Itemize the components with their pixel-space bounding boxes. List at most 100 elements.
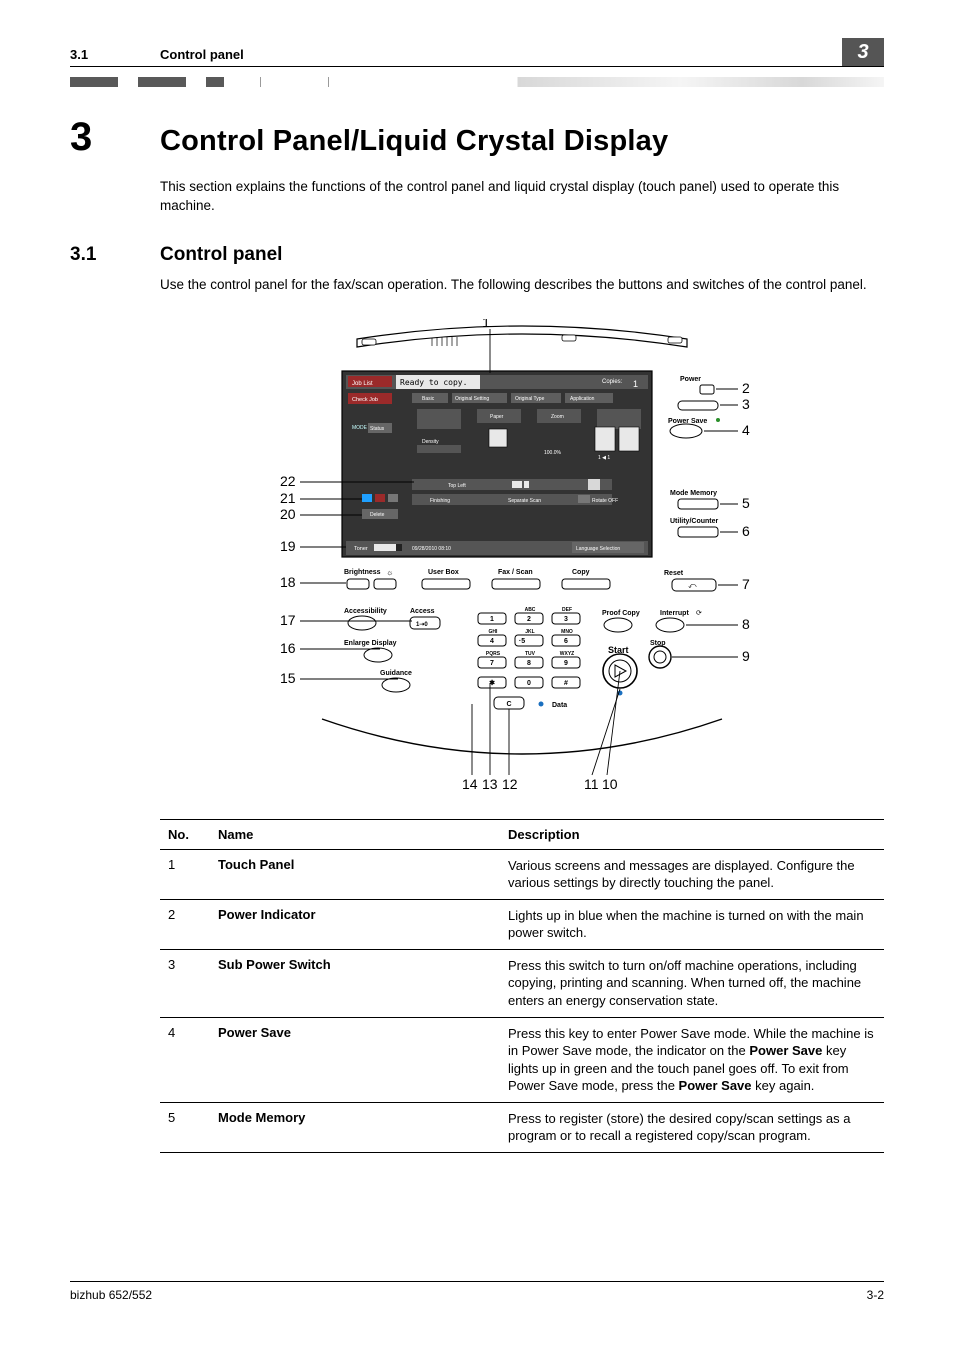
svg-text:1: 1 xyxy=(633,379,638,389)
svg-text:21: 21 xyxy=(280,490,296,506)
svg-text:JKL: JKL xyxy=(525,629,534,635)
svg-text:TUV: TUV xyxy=(525,651,536,657)
svg-text:3: 3 xyxy=(564,616,568,623)
svg-text:17: 17 xyxy=(280,612,296,628)
chapter-title: Control Panel/Liquid Crystal Display xyxy=(160,125,668,158)
power-save-desc: Press this key to enter Power Save mode.… xyxy=(500,1017,884,1102)
section-number: 3.1 xyxy=(70,244,160,266)
svg-text:2: 2 xyxy=(742,380,750,396)
svg-text:Enlarge Display: Enlarge Display xyxy=(344,640,397,647)
section-heading: 3.1 Control panel xyxy=(70,244,884,266)
svg-text:11: 11 xyxy=(584,776,599,789)
svg-text:14: 14 xyxy=(462,776,478,789)
svg-text:6: 6 xyxy=(742,523,750,539)
svg-text:1 ◀ 1: 1 ◀ 1 xyxy=(598,455,610,461)
svg-text:Original Type: Original Type xyxy=(515,396,545,402)
chapter-intro: This section explains the functions of t… xyxy=(160,178,884,216)
svg-text:0: 0 xyxy=(527,680,531,687)
svg-text:ABC: ABC xyxy=(525,607,536,613)
chapter-number: 3 xyxy=(70,115,160,160)
svg-text:Reset: Reset xyxy=(664,570,684,577)
svg-text:Mode Memory: Mode Memory xyxy=(670,490,717,497)
svg-text:Power: Power xyxy=(680,376,701,383)
section-text: Use the control panel for the fax/scan o… xyxy=(160,276,884,295)
running-header: 3.1 Control panel 3 xyxy=(70,34,884,67)
svg-text:5: 5 xyxy=(742,495,750,511)
svg-text:MODE: MODE xyxy=(352,425,368,431)
svg-text:13: 13 xyxy=(482,776,498,789)
svg-text:Brightness: Brightness xyxy=(344,569,381,576)
header-section-title: Control panel xyxy=(160,47,842,62)
footer-right: 3-2 xyxy=(867,1288,884,1302)
svg-text:Basic: Basic xyxy=(422,396,435,402)
svg-text:#: # xyxy=(564,680,568,687)
svg-text:Density: Density xyxy=(422,439,439,445)
svg-text:MNO: MNO xyxy=(561,629,573,635)
svg-text:100.0%: 100.0% xyxy=(544,450,562,456)
svg-text:Copy: Copy xyxy=(572,569,590,576)
control-panel-table: No. Name Description 1 Touch Panel Vario… xyxy=(160,819,884,1153)
svg-text:7: 7 xyxy=(490,660,494,667)
svg-text:19: 19 xyxy=(280,538,296,554)
svg-text:Delete: Delete xyxy=(370,512,385,518)
svg-text:Separate Scan: Separate Scan xyxy=(508,498,541,504)
svg-text:Paper: Paper xyxy=(490,414,504,420)
svg-text:WXYZ: WXYZ xyxy=(560,651,574,657)
svg-text:Language Selection: Language Selection xyxy=(576,546,620,552)
svg-text:16: 16 xyxy=(280,640,296,656)
table-row: 4 Power Save Press this key to enter Pow… xyxy=(160,1017,884,1102)
svg-text:Rotate OFF: Rotate OFF xyxy=(592,498,618,504)
svg-text:Guidance: Guidance xyxy=(380,670,412,677)
svg-text:⤺: ⤺ xyxy=(688,581,697,590)
table-row: 3 Sub Power Switch Press this switch to … xyxy=(160,949,884,1017)
control-panel-figure: Job List Ready to copy. Copies: 1 Check … xyxy=(160,319,884,789)
svg-text:Toner: Toner xyxy=(354,546,368,552)
svg-text:8: 8 xyxy=(742,616,750,632)
svg-text:Access: Access xyxy=(410,608,435,615)
svg-text:4: 4 xyxy=(490,638,494,645)
svg-text:6: 6 xyxy=(564,638,568,645)
svg-text:Application: Application xyxy=(570,396,595,402)
svg-text:☼: ☼ xyxy=(386,568,393,577)
svg-text:18: 18 xyxy=(280,574,296,590)
svg-text:2: 2 xyxy=(527,616,531,623)
svg-text:22: 22 xyxy=(280,473,296,489)
svg-text:9: 9 xyxy=(564,660,568,667)
th-name: Name xyxy=(210,819,500,849)
svg-text:3: 3 xyxy=(742,396,750,412)
svg-text:Top Left: Top Left xyxy=(448,483,466,489)
table-row: 1 Touch Panel Various screens and messag… xyxy=(160,849,884,899)
svg-text:10: 10 xyxy=(602,776,618,789)
chapter-heading: 3 Control Panel/Liquid Crystal Display xyxy=(70,115,884,160)
svg-text:1: 1 xyxy=(490,616,494,623)
svg-text:Job List: Job List xyxy=(352,381,373,387)
svg-text:7: 7 xyxy=(742,576,750,592)
th-desc: Description xyxy=(500,819,884,849)
section-title: Control panel xyxy=(160,244,282,266)
svg-text:DEF: DEF xyxy=(562,607,572,613)
svg-text:Fax / Scan: Fax / Scan xyxy=(498,569,533,576)
footer-left: bizhub 652/552 xyxy=(70,1288,152,1302)
svg-text:Original Setting: Original Setting xyxy=(455,396,489,402)
table-row: 5 Mode Memory Press to register (store) … xyxy=(160,1102,884,1152)
svg-text:Copies:: Copies: xyxy=(602,379,623,385)
svg-text:Utility/Counter: Utility/Counter xyxy=(670,518,718,525)
svg-text:User Box: User Box xyxy=(428,569,459,576)
page-footer: bizhub 652/552 3-2 xyxy=(70,1281,884,1302)
svg-text:Proof Copy: Proof Copy xyxy=(602,610,640,617)
svg-text:Data: Data xyxy=(552,702,567,709)
svg-text:Status: Status xyxy=(370,426,385,432)
svg-text:12: 12 xyxy=(502,776,518,789)
svg-text:GHI: GHI xyxy=(489,629,499,635)
svg-text:09/28/2010 08:10: 09/28/2010 08:10 xyxy=(412,546,451,552)
th-no: No. xyxy=(160,819,210,849)
svg-text:20: 20 xyxy=(280,506,296,522)
svg-text:·5: ·5 xyxy=(519,638,525,645)
decorative-ruler xyxy=(70,77,884,87)
svg-text:Interrupt: Interrupt xyxy=(660,610,689,617)
svg-text:Zoom: Zoom xyxy=(551,414,564,420)
svg-text:15: 15 xyxy=(280,670,296,686)
svg-text:Ready to copy.: Ready to copy. xyxy=(400,378,467,387)
header-section-number: 3.1 xyxy=(70,47,160,62)
svg-text:⟳: ⟳ xyxy=(696,610,702,617)
